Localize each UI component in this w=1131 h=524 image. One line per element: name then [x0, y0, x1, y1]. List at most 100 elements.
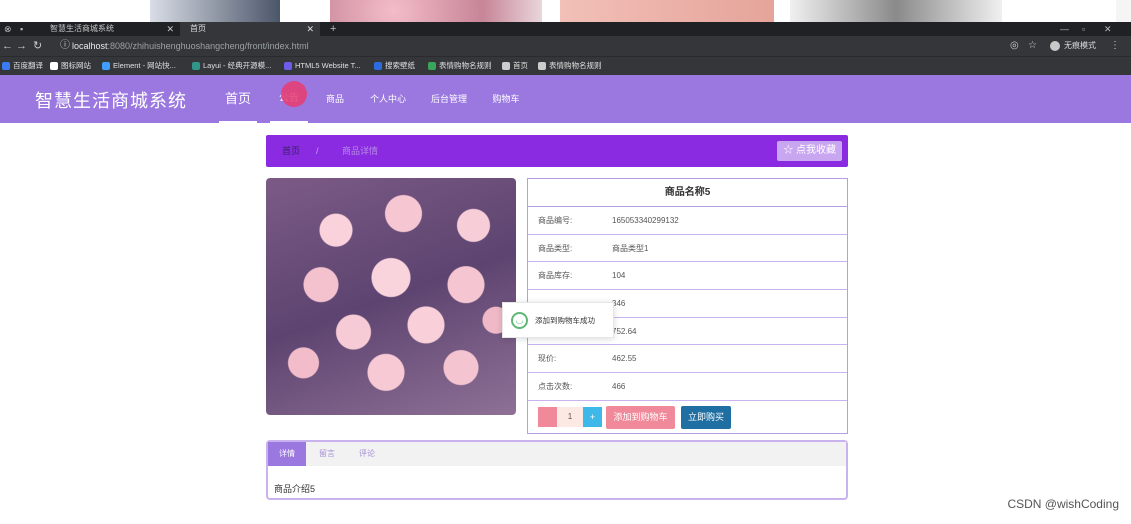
bookmark-favicon-icon — [102, 62, 110, 70]
site-title: 智慧生活商城系统 — [35, 91, 187, 111]
info-value: 752.64 — [612, 326, 637, 336]
site-header: 智慧生活商城系统 首页 公告 商品 个人中心 后台管理 购物车 — [0, 75, 1131, 123]
product-description: 商品介绍5 — [274, 484, 316, 494]
tab-title: 首页 — [190, 24, 206, 33]
toast-message: 添加到购物车成功 — [535, 316, 595, 325]
bookmark-item[interactable]: Element - 网站快... — [102, 57, 176, 75]
quantity-decrease-button[interactable] — [538, 406, 557, 427]
info-icon[interactable]: ⓘ — [60, 36, 70, 56]
bookmark-label: 搜索壁纸 — [385, 61, 415, 70]
product-name: 商品名称5 — [528, 179, 847, 207]
nav-products[interactable]: 商品 — [320, 75, 350, 123]
bookmark-label: 首页 — [513, 61, 528, 70]
url-host: localhost — [72, 41, 108, 51]
thumbnail-image — [790, 0, 1002, 22]
nav-home[interactable]: 首页 — [219, 75, 257, 123]
bookmark-favicon-icon — [538, 62, 546, 70]
url-field[interactable]: ⓘ localhost:8080/zhihuishenghuoshangchen… — [58, 39, 998, 53]
incognito-eye-icon[interactable]: ◎ — [1010, 36, 1019, 56]
info-value: 104 — [612, 271, 626, 281]
nav-personal-center[interactable]: 个人中心 — [364, 75, 412, 123]
bookmark-label: 图标网站 — [61, 61, 91, 70]
info-row: 商品库存: 104 — [528, 262, 847, 291]
bookmark-item[interactable]: 首页 — [502, 57, 528, 75]
bookmark-item[interactable]: 表情购物名规则 — [538, 57, 602, 75]
close-icon[interactable]: ✕ — [306, 22, 314, 36]
info-row: 商品类型: 商品类型1 — [528, 235, 847, 263]
breadcrumb-home[interactable]: 首页 — [282, 135, 300, 167]
info-value: 462.55 — [612, 354, 637, 364]
bookmark-favicon-icon — [50, 62, 58, 70]
bookmark-label: HTML5 Website T... — [295, 61, 361, 70]
bookmark-item[interactable]: 搜索壁纸 — [374, 57, 415, 75]
bookmark-favicon-icon — [284, 62, 292, 70]
reload-icon[interactable]: ↻ — [33, 36, 42, 56]
tab-details[interactable]: 详情 — [268, 442, 306, 466]
info-key: 商品编号: — [538, 216, 573, 225]
minimize-icon[interactable]: — — [1060, 22, 1069, 36]
thumbnail-image — [150, 0, 280, 22]
bookmark-favicon-icon — [374, 62, 382, 70]
success-toast: ◡ 添加到购物车成功 — [502, 302, 614, 338]
bookmark-label: 表情购物名规则 — [439, 61, 492, 70]
product-image — [266, 178, 516, 415]
bookmark-favicon-icon — [428, 62, 436, 70]
bookmark-item[interactable]: 百度翻译 — [2, 57, 43, 75]
buy-now-button[interactable]: 立即购买 — [681, 405, 731, 429]
add-to-cart-button[interactable]: 添加到购物车 — [606, 405, 675, 429]
bookmark-label: Element - 网站快... — [113, 61, 176, 70]
bookmark-label: 表情购物名规则 — [549, 61, 602, 70]
nav-admin[interactable]: 后台管理 — [425, 75, 473, 123]
info-key: 点击次数: — [538, 382, 573, 392]
profile-chip[interactable]: 无痕模式 — [1050, 39, 1096, 53]
click-indicator — [281, 81, 307, 107]
star-icon[interactable]: ☆ — [1028, 36, 1037, 56]
tab-reviews[interactable]: 评论 — [348, 442, 386, 466]
favorite-button[interactable]: ☆ 点我收藏 — [777, 141, 842, 161]
breadcrumb-current: 商品详情 — [342, 146, 379, 156]
bookmark-label: 百度翻译 — [13, 61, 43, 70]
tab-title: 智慧生活商城系统 — [50, 24, 114, 33]
info-row: 点击次数: 466 — [528, 373, 847, 401]
breadcrumb: 首页 / 商品详情 ☆ 点我收藏 — [266, 135, 848, 167]
new-tab-icon[interactable]: + — [330, 22, 336, 36]
chrome-menu-icon[interactable]: ⊗ — [4, 22, 12, 36]
close-window-icon[interactable]: ✕ — [1104, 22, 1112, 36]
url-path: :8080/zhihuishenghuoshangcheng/front/ind… — [107, 41, 309, 51]
info-value: 商品类型1 — [612, 243, 649, 253]
info-key: 商品库存: — [538, 271, 573, 281]
thumbnail-image — [1116, 0, 1131, 22]
more-icon[interactable]: ⋮ — [1110, 36, 1120, 56]
bookmark-favicon-icon — [2, 62, 10, 70]
browser-tab-1[interactable]: 智慧生活商城系统 ✕ — [40, 22, 180, 36]
browser-tab-2[interactable]: 首页 ✕ — [180, 22, 320, 36]
info-key: 现价: — [538, 354, 557, 364]
detail-tabs: 详情 留言 评论 商品介绍5 — [266, 440, 848, 500]
forward-icon[interactable]: → — [16, 36, 27, 56]
info-value: 346 — [612, 299, 626, 309]
bookmark-item[interactable]: Layui - 经典开源模... — [192, 57, 271, 75]
bookmark-item[interactable]: 图标网站 — [50, 57, 91, 75]
address-bar-row: ← → ↻ ⓘ localhost:8080/zhihuishenghuosha… — [0, 36, 1131, 56]
bookmarks-bar: 百度翻译 图标网站 Element - 网站快... Layui - 经典开源模… — [0, 56, 1131, 75]
back-icon[interactable]: ← — [2, 36, 13, 56]
nav-cart[interactable]: 购物车 — [487, 75, 525, 123]
bookmark-item[interactable]: 表情购物名规则 — [428, 57, 492, 75]
close-icon[interactable]: ✕ — [166, 22, 174, 36]
smile-icon: ◡ — [511, 312, 528, 329]
tabs-header: 详情 留言 评论 — [268, 442, 846, 466]
maximize-icon[interactable]: ▫ — [1082, 22, 1085, 36]
bookmark-item[interactable]: HTML5 Website T... — [284, 57, 361, 75]
thumbnail-strip — [0, 0, 1131, 22]
info-value: 466 — [612, 382, 626, 392]
browser-tab-bar: ⊗ ▪ 智慧生活商城系统 ✕ 首页 ✕ + — ▫ ✕ — [0, 22, 1131, 36]
bookmark-favicon-icon — [502, 62, 510, 70]
profile-label: 无痕模式 — [1064, 41, 1096, 50]
info-key: 商品类型: — [538, 243, 573, 253]
tab-messages[interactable]: 留言 — [308, 442, 346, 466]
quantity-increase-button[interactable]: + — [583, 406, 602, 427]
info-row: 商品编号: 165053340299132 — [528, 207, 847, 235]
breadcrumb-separator: / — [316, 146, 319, 156]
watermark: CSDN @wishCoding — [1007, 497, 1119, 511]
quantity-input[interactable]: 1 — [557, 406, 583, 427]
